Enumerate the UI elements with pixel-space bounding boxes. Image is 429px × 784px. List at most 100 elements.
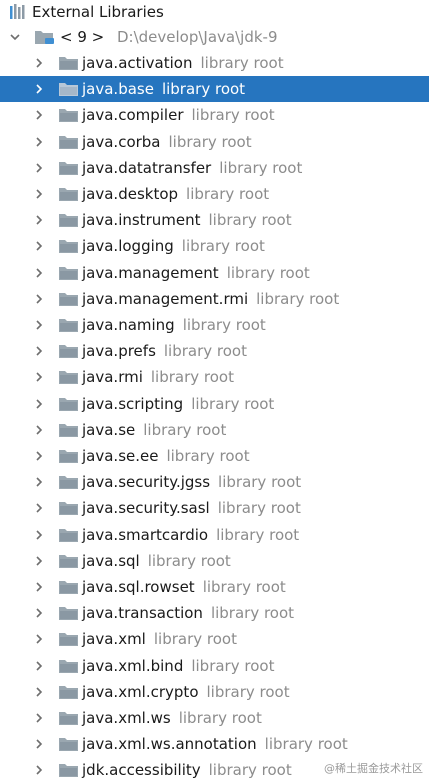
package-folder-icon: [58, 421, 80, 439]
module-row[interactable]: java.naming library root: [0, 312, 429, 338]
tree-row-external-libraries[interactable]: External Libraries: [0, 0, 429, 24]
module-row[interactable]: java.transaction library root: [0, 600, 429, 626]
chevron-down-icon[interactable]: [8, 30, 22, 44]
chevron-right-icon[interactable]: [32, 659, 46, 673]
library-root-hint: library root: [143, 420, 227, 439]
module-row[interactable]: java.management.rmi library root: [0, 286, 429, 312]
chevron-right-icon[interactable]: [32, 737, 46, 751]
package-folder-icon: [58, 211, 80, 229]
package-folder-icon: [58, 368, 80, 386]
package-folder-icon: [58, 447, 80, 465]
chevron-right-icon[interactable]: [32, 161, 46, 175]
module-name: java.compiler: [82, 106, 184, 125]
module-row[interactable]: java.xml.crypto library root: [0, 679, 429, 705]
module-name: java.desktop: [82, 185, 179, 203]
chevron-right-icon[interactable]: [32, 763, 46, 777]
module-name: java.management: [82, 263, 219, 282]
chevron-right-icon[interactable]: [32, 423, 46, 437]
module-row[interactable]: java.datatransfer library root: [0, 155, 429, 181]
library-root-hint: library root: [256, 289, 340, 308]
module-name: java.instrument: [82, 211, 201, 230]
chevron-right-icon[interactable]: [32, 266, 46, 280]
library-root-hint: library root: [150, 368, 234, 387]
module-row[interactable]: java.scripting library root: [0, 391, 429, 417]
module-name: java.scripting: [82, 394, 184, 413]
chevron-right-icon[interactable]: [32, 397, 46, 411]
module-row[interactable]: java.se library root: [0, 417, 429, 443]
chevron-right-icon[interactable]: [32, 606, 46, 620]
library-bars-icon: [8, 3, 28, 21]
chevron-right-icon[interactable]: [32, 108, 46, 122]
module-row[interactable]: java.activation library root: [0, 50, 429, 76]
module-row[interactable]: java.prefs library root: [0, 338, 429, 364]
module-name: java.datatransfer: [82, 158, 212, 177]
module-row[interactable]: java.logging library root: [0, 233, 429, 259]
module-row[interactable]: java.corba library root: [0, 129, 429, 155]
module-row[interactable]: java.se.ee library root: [0, 443, 429, 469]
module-row[interactable]: java.xml.bind library root: [0, 653, 429, 679]
module-name: java.xml.bind: [82, 656, 184, 675]
chevron-right-icon[interactable]: [32, 135, 46, 149]
module-row[interactable]: java.base library root: [0, 76, 429, 103]
module-row[interactable]: java.xml library root: [0, 626, 429, 652]
package-folder-icon: [58, 657, 80, 675]
module-name: java.rmi: [82, 368, 143, 387]
library-root-hint: library root: [217, 499, 301, 518]
module-name: java.base: [82, 80, 154, 99]
chevron-right-icon[interactable]: [32, 318, 46, 332]
package-folder-icon: [58, 604, 80, 622]
package-folder-icon: [58, 133, 80, 151]
package-folder-icon: [58, 526, 80, 544]
library-root-hint: library root: [186, 185, 270, 203]
package-folder-icon: [58, 761, 80, 779]
chevron-right-icon[interactable]: [32, 501, 46, 515]
library-root-hint: library root: [200, 54, 284, 72]
chevron-right-icon[interactable]: [32, 56, 46, 70]
library-root-hint: library root: [264, 735, 348, 754]
chevron-right-icon[interactable]: [32, 187, 46, 201]
module-row[interactable]: java.security.jgss library root: [0, 469, 429, 495]
library-root-hint: library root: [219, 158, 303, 177]
library-root-hint: library root: [147, 551, 231, 570]
package-folder-icon: [58, 185, 80, 203]
watermark: @稀土掘金技术社区: [324, 762, 423, 775]
module-name: java.sql: [82, 551, 140, 570]
module-row[interactable]: java.sql library root: [0, 548, 429, 574]
module-row[interactable]: java.management library root: [0, 260, 429, 286]
module-row[interactable]: java.instrument library root: [0, 207, 429, 233]
chevron-right-icon[interactable]: [32, 370, 46, 384]
chevron-right-icon[interactable]: [32, 344, 46, 358]
chevron-right-icon[interactable]: [32, 711, 46, 725]
library-root-hint: library root: [206, 682, 290, 701]
library-root-hint: library root: [161, 80, 246, 99]
module-row[interactable]: java.compiler library root: [0, 102, 429, 128]
chevron-right-icon[interactable]: [32, 580, 46, 594]
package-folder-icon: [58, 106, 80, 124]
chevron-right-icon[interactable]: [32, 632, 46, 646]
chevron-right-icon[interactable]: [32, 528, 46, 542]
module-row[interactable]: java.rmi library root: [0, 364, 429, 390]
chevron-right-icon[interactable]: [32, 292, 46, 306]
tree-row-sdk[interactable]: < 9 > D:\develop\Java\jdk-9: [0, 24, 429, 50]
module-name: java.activation: [82, 54, 193, 72]
module-row[interactable]: java.sql.rowset library root: [0, 574, 429, 600]
module-name: java.naming: [82, 316, 175, 334]
chevron-right-icon[interactable]: [32, 239, 46, 253]
chevron-right-icon[interactable]: [32, 554, 46, 568]
chevron-right-icon[interactable]: [32, 475, 46, 489]
package-folder-icon: [58, 342, 80, 360]
module-row[interactable]: java.smartcardio library root: [0, 522, 429, 548]
package-folder-icon: [58, 499, 80, 517]
chevron-right-icon[interactable]: [32, 213, 46, 227]
module-name: java.xml.ws: [82, 709, 171, 727]
module-row[interactable]: java.desktop library root: [0, 181, 429, 207]
chevron-right-icon[interactable]: [32, 685, 46, 699]
chevron-right-icon[interactable]: [32, 82, 46, 96]
module-row[interactable]: java.xml.ws library root: [0, 705, 429, 731]
package-folder-icon: [58, 473, 80, 491]
package-folder-icon: [58, 264, 80, 282]
module-row[interactable]: java.security.sasl library root: [0, 495, 429, 521]
library-root-hint: library root: [153, 630, 237, 649]
module-row[interactable]: java.xml.ws.annotation library root: [0, 731, 429, 757]
chevron-right-icon[interactable]: [32, 449, 46, 463]
